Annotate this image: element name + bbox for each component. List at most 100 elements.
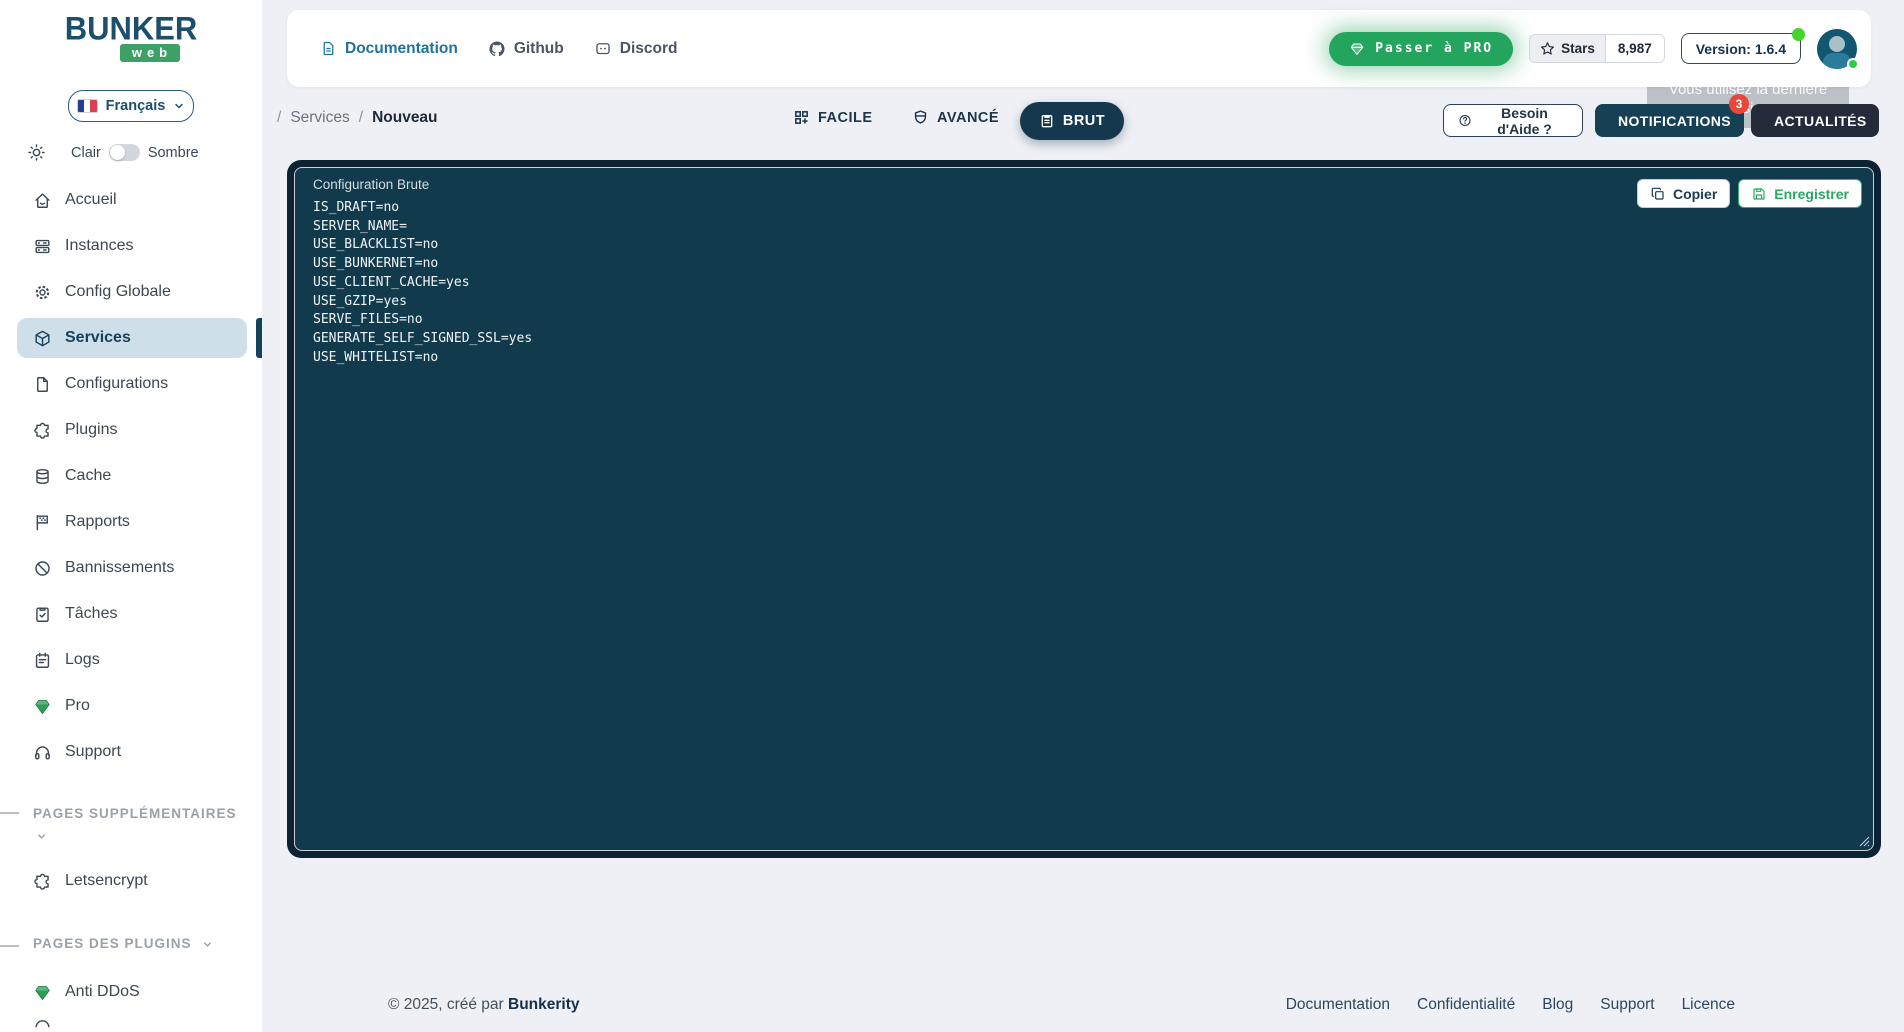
save-icon (1751, 186, 1767, 202)
section-pages-des-plugins[interactable]: PAGES DES PLUGINS (0, 936, 262, 951)
sidebar-item-label: Support (65, 743, 121, 761)
sidebar-item-rapports[interactable]: Rapports (0, 499, 262, 545)
theme-light-label: Clair (71, 145, 101, 161)
sidebar-item-letsencrypt[interactable]: Letsencrypt (0, 858, 262, 904)
stars-label-segment: Stars (1530, 35, 1606, 62)
sidebar-item-label: Services (65, 329, 131, 347)
notifications-button[interactable]: NOTIFICATIONS (1595, 104, 1744, 137)
section-label: PAGES SUPPLÉMENTAIRES (33, 806, 237, 821)
sidebar-item-accueil[interactable]: Accueil (0, 177, 262, 223)
tab-label: BRUT (1063, 113, 1105, 129)
user-avatar[interactable] (1817, 29, 1857, 69)
online-status-dot (1847, 58, 1859, 70)
news-button-label: ACTUALITÉS (1774, 113, 1867, 129)
partial-plugin-icon (33, 1016, 52, 1032)
sidebar-item-label: Cache (65, 467, 111, 485)
sidebar-item-label: Instances (65, 237, 133, 255)
resize-grip[interactable] (1856, 833, 1870, 847)
shield-icon (912, 109, 929, 126)
help-button[interactable]: Besoin d'Aide ? (1443, 104, 1583, 137)
cube-icon (33, 329, 52, 348)
link-label: Documentation (345, 40, 458, 58)
documentation-link[interactable]: Documentation (320, 40, 458, 58)
bunkerweb-logo[interactable]: BUNKER web (0, 14, 262, 62)
footer-link-blog[interactable]: Blog (1542, 996, 1573, 1014)
link-label: Github (514, 40, 564, 58)
section-divider (0, 812, 19, 814)
puzzle-icon (33, 421, 52, 440)
tab-facile[interactable]: FACILE (793, 109, 873, 126)
editor-actions: Copier Enregistrer (1637, 179, 1862, 208)
pro-button-label: Passer à PRO (1375, 41, 1493, 56)
link-label: Discord (620, 40, 678, 58)
breadcrumb-separator: / (277, 109, 281, 127)
language-label: Français (106, 98, 166, 114)
code-line: USE_GZIP=yes (313, 293, 1873, 312)
language-selector[interactable]: Français (68, 90, 194, 122)
footer-link-documentation[interactable]: Documentation (1286, 996, 1390, 1014)
code-line: USE_BUNKERNET=no (313, 255, 1873, 274)
chevron-down-icon (36, 831, 47, 842)
section-pages-supplementaires[interactable]: PAGES SUPPLÉMENTAIRES (0, 803, 250, 847)
sidebar-item-support[interactable]: Support (0, 729, 262, 775)
copy-button[interactable]: Copier (1637, 179, 1730, 208)
sidebar-item-label: Anti DDoS (65, 983, 140, 1001)
sidebar-item-instances[interactable]: Instances (0, 223, 262, 269)
sidebar-item-label: Plugins (65, 421, 117, 439)
gem-icon (1349, 41, 1365, 57)
github-stars-badge[interactable]: Stars 8,987 (1529, 34, 1665, 63)
raw-config-editor[interactable]: Configuration Brute IS_DRAFT=noSERVER_NA… (294, 167, 1874, 851)
discord-icon (594, 40, 612, 58)
sidebar-item-pro[interactable]: Pro (0, 683, 262, 729)
sidebar-item-label: Pro (65, 697, 90, 715)
sidebar-item-services[interactable]: Services (0, 315, 262, 361)
file-icon (33, 375, 52, 394)
version-button[interactable]: Version: 1.6.4 (1681, 33, 1801, 64)
chevron-down-icon (173, 100, 185, 112)
ban-icon (33, 559, 52, 578)
config-code[interactable]: IS_DRAFT=noSERVER_NAME=USE_BLACKLIST=noU… (313, 199, 1873, 367)
gem-icon (33, 697, 52, 716)
breadcrumb-services-link[interactable]: Services (290, 109, 349, 127)
theme-toggle[interactable] (109, 144, 140, 161)
main-area: Documentation Github Discord Passer à PR… (262, 0, 1904, 1032)
logo-text-bunker: BUNKER (0, 13, 262, 45)
puzzle-icon (33, 872, 52, 891)
tab-brut-active[interactable]: BRUT (1020, 102, 1124, 140)
headphones-icon (33, 743, 52, 762)
sidebar-item-label: Accueil (65, 191, 117, 209)
french-flag-icon (77, 99, 98, 113)
sidebar-item-configurations[interactable]: Configurations (0, 361, 262, 407)
upgrade-pro-button[interactable]: Passer à PRO (1329, 32, 1513, 66)
sidebar-item-plugins[interactable]: Plugins (0, 407, 262, 453)
github-icon (488, 40, 506, 58)
bunkerity-link[interactable]: Bunkerity (508, 996, 580, 1013)
sidebar-item-label: Tâches (65, 605, 117, 623)
footer-link-licence[interactable]: Licence (1682, 996, 1735, 1014)
sidebar-item-label: Letsencrypt (65, 872, 148, 890)
database-icon (33, 467, 52, 486)
header-links: Documentation Github Discord (320, 40, 677, 58)
sidebar-item-label: Logs (65, 651, 100, 669)
grid-plus-icon (793, 109, 810, 126)
github-link[interactable]: Github (488, 40, 564, 58)
page-toolbar: / Services / Nouveau FACILE AVANCÉ BRUT … (262, 96, 1904, 146)
gear-icon (33, 283, 52, 302)
sidebar-item-anti-ddos[interactable]: Anti DDoS (0, 969, 262, 1015)
sidebar-item-logs[interactable]: Logs (0, 637, 262, 683)
sun-icon (27, 143, 46, 162)
version-label: Version: 1.6.4 (1696, 41, 1786, 57)
sidebar-item-cache[interactable]: Cache (0, 453, 262, 499)
notifications-count-badge: 3 (1729, 94, 1749, 114)
sidebar-item-config-globale[interactable]: Config Globale (0, 269, 262, 315)
news-button[interactable]: ACTUALITÉS (1751, 104, 1879, 137)
theme-switcher: Clair Sombre (0, 143, 262, 162)
footer-link-support[interactable]: Support (1600, 996, 1654, 1014)
footer-link-confidentialite[interactable]: Confidentialité (1417, 996, 1515, 1014)
tab-avance[interactable]: AVANCÉ (912, 109, 999, 126)
notifications-button-label: NOTIFICATIONS (1618, 113, 1731, 129)
sidebar-item-bannissements[interactable]: Bannissements (0, 545, 262, 591)
save-button[interactable]: Enregistrer (1738, 179, 1862, 208)
sidebar-item-taches[interactable]: Tâches (0, 591, 262, 637)
discord-link[interactable]: Discord (594, 40, 678, 58)
